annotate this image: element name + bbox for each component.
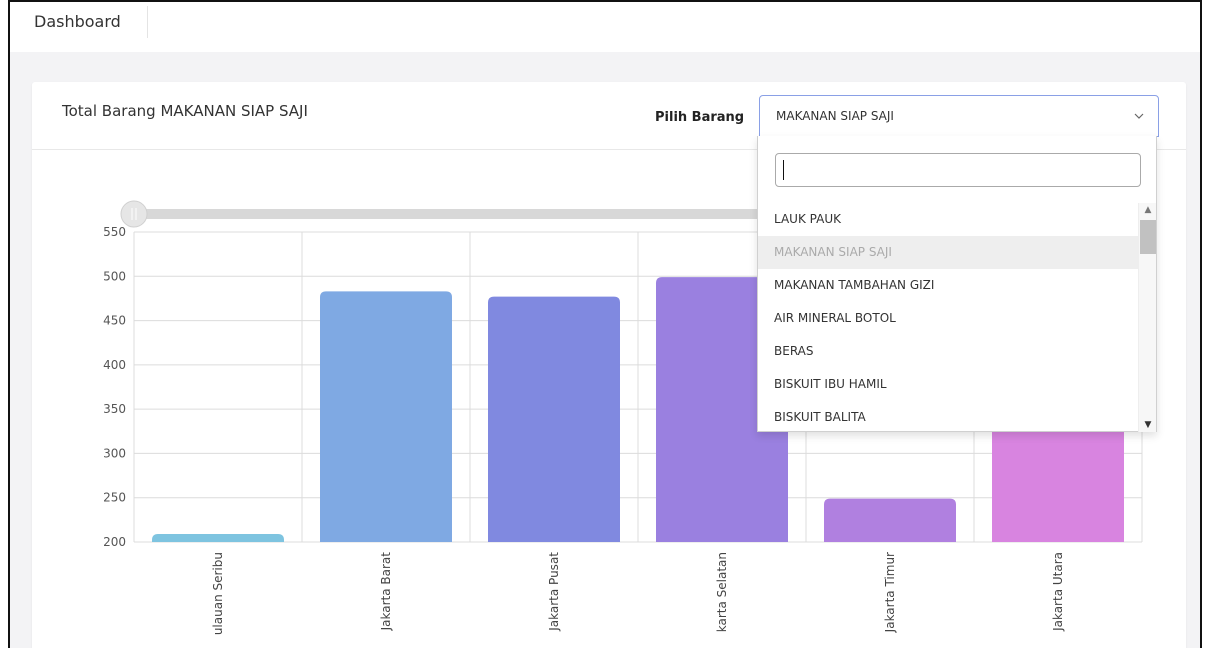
page-title: Dashboard (34, 12, 121, 31)
card-title: Total Barang MAKANAN SIAP SAJI (62, 102, 308, 120)
x-tick-label: ulauan Seribu (211, 552, 225, 635)
select-dropdown: LAUK PAUK MAKANAN SIAP SAJI MAKANAN TAMBAH… (757, 136, 1157, 432)
topbar-divider (147, 6, 148, 38)
dropdown-option[interactable]: BERAS (758, 335, 1140, 368)
item-select[interactable]: MAKANAN SIAP SAJI (759, 95, 1159, 137)
y-tick-label: 550 (103, 225, 126, 239)
text-cursor (783, 160, 784, 180)
dropdown-search-input[interactable] (775, 153, 1141, 187)
chart-bar[interactable] (320, 291, 452, 542)
dropdown-option[interactable]: AIR MINERAL BOTOL (758, 302, 1140, 335)
topbar: Dashboard (10, 2, 1200, 52)
x-tick-label: Jakarta Utara (1051, 552, 1065, 632)
x-tick-label: Jakarta Timur (883, 552, 897, 633)
y-tick-label: 450 (103, 314, 126, 328)
x-tick-label: Jakarta Barat (379, 552, 393, 632)
dropdown-option[interactable]: MAKANAN TAMBAHAN GIZI (758, 269, 1140, 302)
y-tick-label: 500 (103, 269, 126, 283)
dropdown-option[interactable]: BISKUIT BALITA (758, 401, 1140, 432)
chevron-down-icon (1134, 113, 1144, 119)
y-tick-label: 250 (103, 491, 126, 505)
zoom-slider-track (132, 209, 772, 219)
scroll-thumb[interactable] (1140, 220, 1156, 254)
dropdown-option[interactable]: LAUK PAUK (758, 203, 1140, 236)
zoom-slider-handle[interactable] (120, 200, 148, 228)
y-tick-label: 200 (103, 535, 126, 549)
select-value: MAKANAN SIAP SAJI (776, 109, 894, 123)
chart-bar[interactable] (152, 534, 284, 542)
dropdown-option[interactable]: MAKANAN SIAP SAJI (758, 236, 1140, 269)
y-tick-label: 400 (103, 358, 126, 372)
y-tick-label: 350 (103, 402, 126, 416)
dropdown-scrollbar[interactable]: ▲ ▼ (1138, 203, 1156, 432)
x-tick-label: karta Selatan (715, 552, 729, 632)
x-tick-label: Jakarta Pusat (547, 552, 561, 632)
chart-bar[interactable] (488, 296, 620, 542)
pick-item-label: Pilih Barang (655, 110, 745, 125)
option-list: LAUK PAUK MAKANAN SIAP SAJI MAKANAN TAMBAH… (758, 203, 1140, 432)
chart-bar[interactable] (824, 498, 956, 542)
scroll-up-icon[interactable]: ▲ (1139, 203, 1157, 217)
scroll-down-icon[interactable]: ▼ (1139, 418, 1157, 432)
y-tick-label: 300 (103, 446, 126, 460)
dropdown-option[interactable]: BISKUIT IBU HAMIL (758, 368, 1140, 401)
